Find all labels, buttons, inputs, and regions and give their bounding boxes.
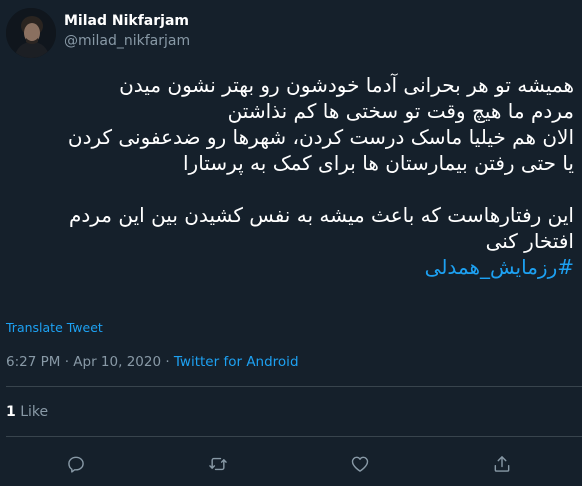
reply-icon [68,456,84,473]
tweet-card: Milad Nikfarjam @milad_nikfarjam همیشه ت… [0,0,582,486]
tweet-line: همیشه تو هر بحرانی آدما خودشون رو بهتر ن… [119,73,574,97]
tweet-line: این رفتارهاست که باعث میشه به نفس کشیدن … [68,203,574,227]
retweet-icon [209,457,227,471]
tweet-line: یا حتی رفتن بیمارستان ها برای کمک به پرس… [183,151,574,175]
tweet-actions [0,452,582,476]
author-handle[interactable]: @milad_nikfarjam [64,32,190,50]
avatar[interactable] [6,8,56,58]
tweet-date[interactable]: Apr 10, 2020 [73,354,161,370]
divider [6,436,582,437]
share-button[interactable] [490,452,514,476]
meta-separator: · [60,354,74,370]
tweet-time[interactable]: 6:27 PM [6,354,60,370]
tweet-line: الان هم خیلیا ماسک درست کردن، شهرها رو ض… [67,125,574,149]
translate-tweet-link[interactable]: Translate Tweet [6,320,103,335]
like-button[interactable] [348,452,372,476]
author-block: Milad Nikfarjam @milad_nikfarjam [64,12,190,50]
likes-stat[interactable]: 1 Like [6,404,48,420]
likes-label: Like [15,404,49,420]
tweet-line: افتخار کنی [485,229,574,253]
tweet-line: مردم ما هیچ وقت تو سختی ها کم نذاشتن [227,99,574,123]
tweet-source-link[interactable]: Twitter for Android [174,354,299,370]
share-icon [494,456,510,472]
reply-button[interactable] [64,452,88,476]
author-name[interactable]: Milad Nikfarjam [64,12,190,30]
like-icon [351,456,369,472]
likes-count: 1 [6,404,16,420]
divider [6,386,582,387]
tweet-text: همیشه تو هر بحرانی آدما خودشون رو بهتر ن… [6,72,574,280]
hashtag-link[interactable]: #رزمایش_همدلی [6,254,574,280]
avatar-photo [6,8,56,58]
retweet-button[interactable] [206,452,230,476]
meta-separator: · [161,354,174,370]
tweet-meta: 6:27 PM · Apr 10, 2020 · Twitter for And… [6,354,299,370]
